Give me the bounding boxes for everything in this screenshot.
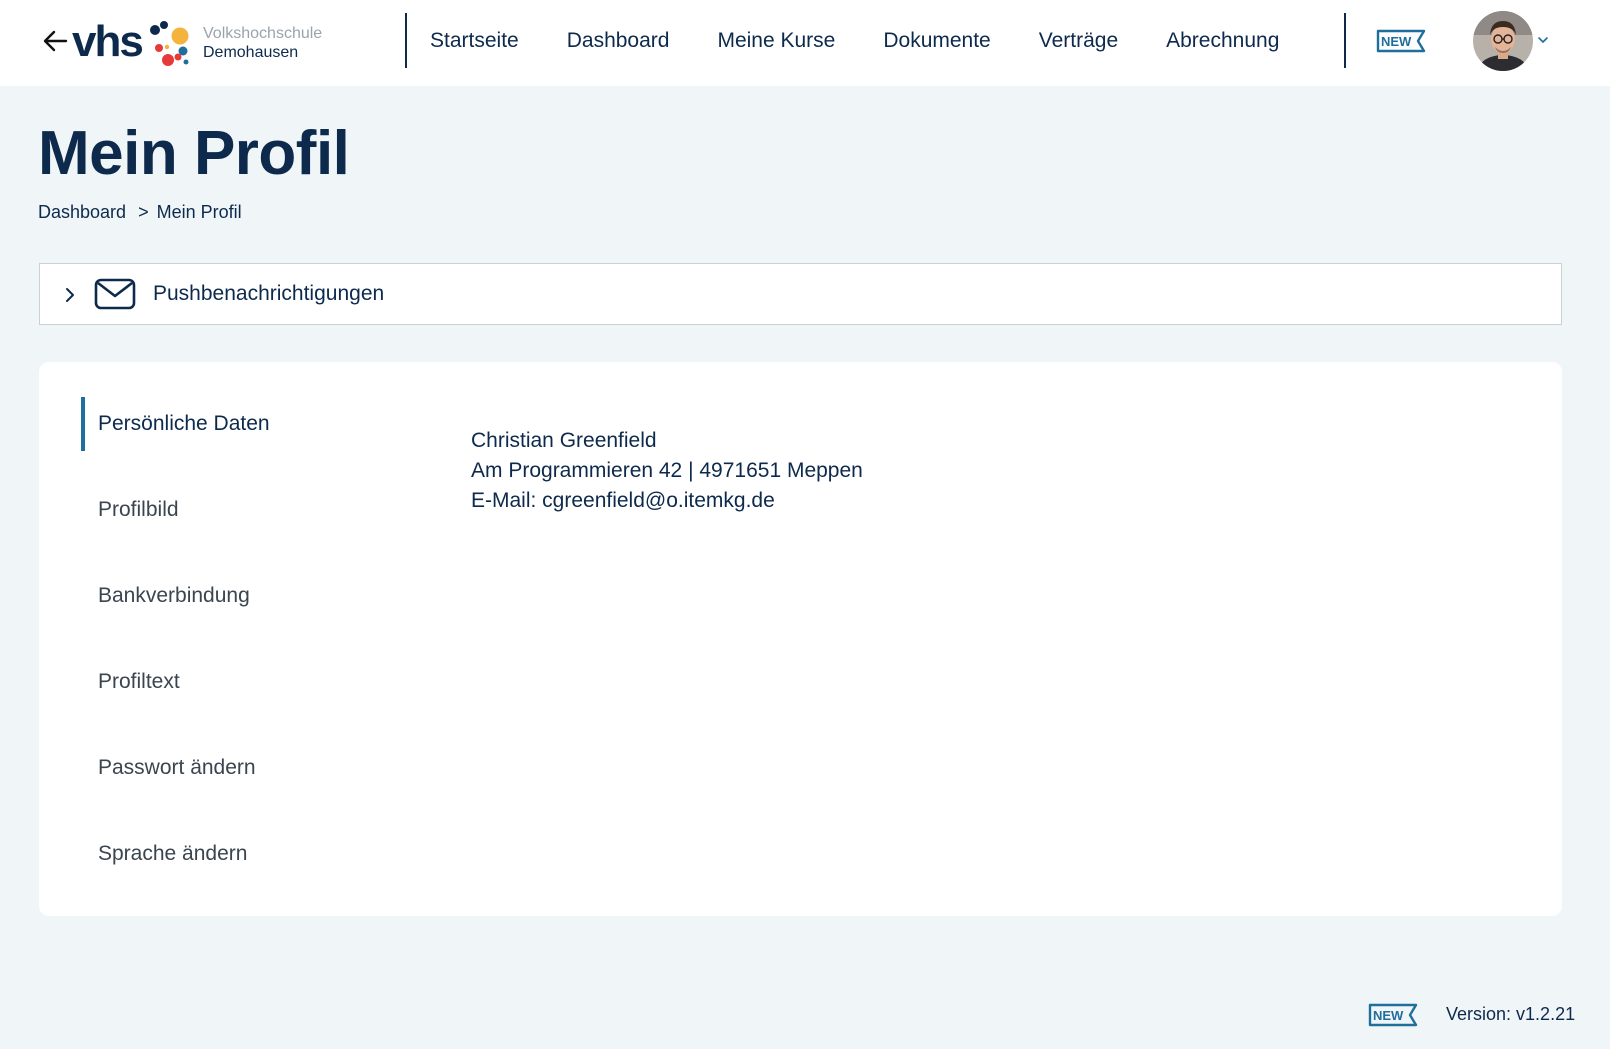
logo-dots-icon [150, 21, 189, 66]
side-item-bankverbindung[interactable]: Bankverbindung [81, 569, 401, 623]
side-item-sprache-aendern[interactable]: Sprache ändern [81, 827, 401, 881]
side-item-profiltext[interactable]: Profiltext [81, 655, 401, 709]
profile-side-menu: Persönliche Daten Profilbild Bankverbind… [81, 397, 401, 913]
profile-name: Christian Greenfield [471, 429, 657, 452]
new-features-icon[interactable]: NEW [1376, 29, 1426, 53]
profile-card: Persönliche Daten Profilbild Bankverbind… [39, 362, 1562, 916]
nav-item-vertraege[interactable]: Verträge [1039, 29, 1118, 53]
envelope-icon [94, 278, 136, 310]
personal-data-panel: Christian Greenfield Am Programmieren 42… [471, 426, 863, 516]
nav-divider-left [405, 13, 407, 68]
vhs-logo[interactable]: vhs [72, 16, 202, 68]
push-notifications-label: Pushbenachrichtigungen [153, 282, 385, 305]
org-name-line2: Demohausen [203, 44, 299, 61]
nav-item-abrechnung[interactable]: Abrechnung [1166, 29, 1279, 53]
main-navigation: Startseite Dashboard Meine Kurse Dokumen… [430, 0, 1279, 82]
breadcrumb-separator: > [138, 202, 149, 222]
logo-wordmark: vhs [72, 17, 144, 66]
app-version: Version: v1.2.21 [1446, 1004, 1576, 1024]
footer-new-features-icon[interactable]: NEW [1368, 1003, 1418, 1027]
organization-name: Volkshochschule Demohausen [203, 24, 322, 62]
nav-divider-right [1344, 13, 1346, 68]
side-item-persoenliche-daten[interactable]: Persönliche Daten [81, 397, 401, 451]
side-item-profilbild[interactable]: Profilbild [81, 483, 401, 537]
avatar-portrait-icon [1473, 11, 1533, 71]
new-badge-text: NEW [1381, 34, 1412, 49]
side-item-passwort-aendern[interactable]: Passwort ändern [81, 741, 401, 795]
page-title: Mein Profil [38, 119, 350, 188]
breadcrumb-current: Mein Profil [156, 202, 242, 222]
breadcrumb-dashboard-link[interactable]: Dashboard [38, 202, 126, 222]
nav-item-dokumente[interactable]: Dokumente [883, 29, 990, 53]
top-navigation-bar: vhs Volkshochschule Demohausen Startseit… [0, 0, 1610, 86]
nav-item-dashboard[interactable]: Dashboard [567, 29, 670, 53]
nav-item-startseite[interactable]: Startseite [430, 29, 519, 53]
back-arrow-icon[interactable] [40, 26, 70, 56]
org-name-line1: Volkshochschule [203, 25, 323, 42]
chevron-right-icon [66, 288, 74, 302]
profile-email: E-Mail: cgreenfield@o.itemkg.de [471, 489, 775, 512]
nav-item-meine-kurse[interactable]: Meine Kurse [717, 29, 835, 53]
push-notifications-accordion[interactable]: Pushbenachrichtigungen [39, 263, 1562, 325]
user-avatar[interactable] [1473, 11, 1533, 71]
profile-address: Am Programmieren 42 | 4971651 Meppen [471, 459, 863, 482]
footer-new-badge-text: NEW [1373, 1008, 1404, 1023]
chevron-down-icon[interactable] [1536, 33, 1550, 47]
breadcrumb: Dashboard > Mein Profil [38, 202, 242, 223]
